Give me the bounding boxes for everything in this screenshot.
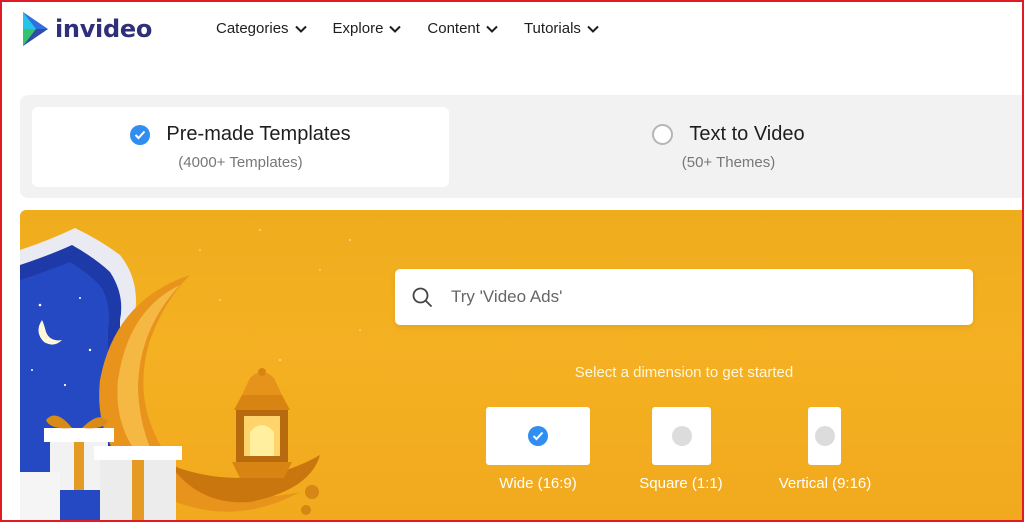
chevron-down-icon: [486, 25, 498, 33]
radio-unchecked-icon: [814, 426, 835, 446]
dimension-square-label[interactable]: Square (1:1): [631, 475, 731, 492]
nav-item-label: Content: [427, 20, 480, 37]
main-nav: Categories Explore Content Tutorials: [216, 20, 625, 37]
dimension-vertical-label[interactable]: Vertical (9:16): [765, 475, 885, 492]
nav-content[interactable]: Content: [427, 20, 498, 37]
brand-name: invideo: [55, 15, 153, 43]
nav-explore[interactable]: Explore: [333, 20, 402, 37]
chevron-down-icon: [389, 25, 402, 33]
radio-unchecked-icon: [652, 124, 674, 145]
mode-subtitle: (4000+ Templates): [178, 154, 303, 171]
nav-categories[interactable]: Categories: [216, 20, 307, 37]
dimension-vertical-option[interactable]: [808, 407, 841, 465]
dimension-square-option[interactable]: [652, 407, 711, 465]
template-search-bar[interactable]: [395, 269, 973, 325]
ramadan-illustration: [20, 228, 361, 522]
mode-title: Text to Video: [689, 123, 805, 145]
mode-premade-templates[interactable]: Pre-made Templates (4000+ Templates): [32, 107, 449, 187]
search-icon: [412, 287, 432, 307]
mode-subtitle: (50+ Themes): [681, 154, 776, 171]
chevron-down-icon: [587, 25, 599, 33]
search-input[interactable]: [451, 287, 931, 307]
mode-title: Pre-made Templates: [166, 123, 351, 145]
dimension-prompt: Select a dimension to get started: [574, 364, 794, 381]
checkmark-icon: [528, 426, 548, 446]
mode-selector: Pre-made Templates (4000+ Templates) Tex…: [20, 95, 1024, 198]
nav-item-label: Explore: [332, 20, 384, 37]
checkmark-icon: [130, 124, 151, 145]
dimension-wide-label[interactable]: Wide (16:9): [488, 475, 588, 492]
mode-text-to-video[interactable]: Text to Video (50+ Themes): [520, 107, 937, 187]
top-navigation: invideo Categories Explore Content Tutor…: [0, 0, 1024, 62]
invideo-logo[interactable]: invideo: [21, 10, 152, 48]
nav-tutorials[interactable]: Tutorials: [524, 20, 599, 37]
dimension-wide-option[interactable]: [486, 407, 590, 465]
play-triangle-logo-icon: [23, 12, 48, 46]
nav-item-label: Tutorials: [523, 20, 581, 37]
radio-unchecked-icon: [671, 426, 692, 446]
nav-item-label: Categories: [216, 20, 289, 37]
chevron-down-icon: [294, 25, 307, 33]
